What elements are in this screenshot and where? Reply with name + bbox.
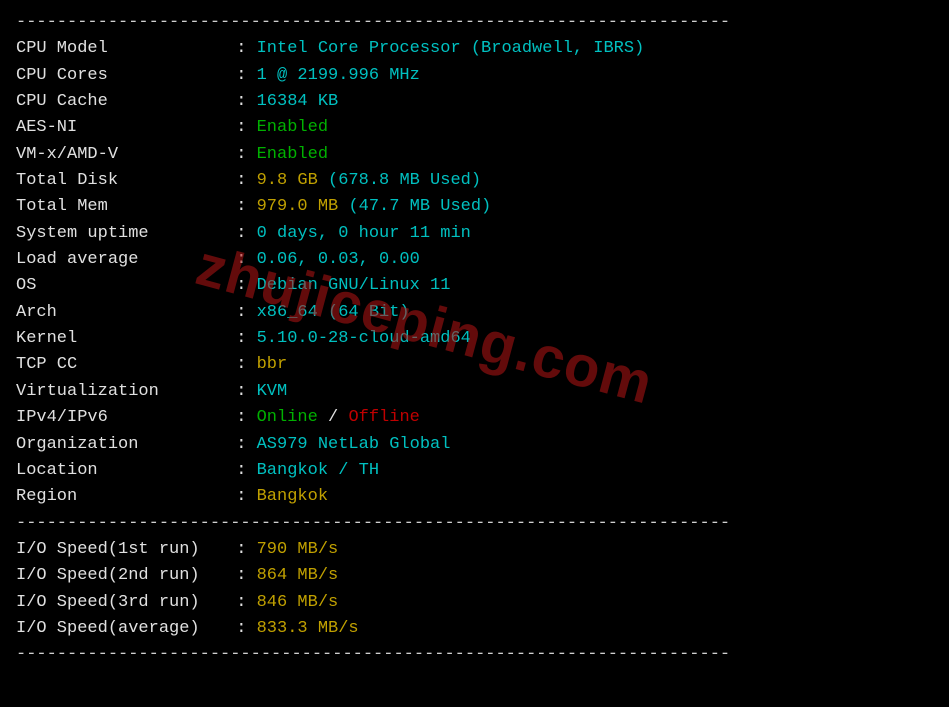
label-total-disk: Total Disk	[16, 168, 226, 194]
row-io-3: I/O Speed(3rd run) : 846 MB/s	[16, 590, 933, 616]
label-arch: Arch	[16, 300, 226, 326]
label-ipv: IPv4/IPv6	[16, 405, 226, 431]
row-load: Load average : 0.06, 0.03, 0.00	[16, 247, 933, 273]
label-cpu-cores: CPU Cores	[16, 63, 226, 89]
row-cpu-model: CPU Model : Intel Core Processor (Broadw…	[16, 36, 933, 62]
label-io-1: I/O Speed(1st run)	[16, 537, 226, 563]
value-load: 0.06, 0.03, 0.00	[257, 250, 420, 269]
row-total-mem: Total Mem : 979.0 MB (47.7 MB Used)	[16, 194, 933, 220]
value-io-2: 864 MB/s	[257, 566, 339, 585]
value-aes-ni: Enabled	[257, 118, 328, 137]
label-uptime: System uptime	[16, 221, 226, 247]
value-total-disk-used: (678.8 MB Used)	[328, 171, 481, 190]
value-total-disk: 9.8 GB	[257, 171, 318, 190]
label-virt: Virtualization	[16, 379, 226, 405]
row-cpu-cores: CPU Cores : 1 @ 2199.996 MHz	[16, 63, 933, 89]
value-ipv4: Online	[257, 408, 318, 427]
label-tcp-cc: TCP CC	[16, 352, 226, 378]
value-io-1: 790 MB/s	[257, 540, 339, 559]
row-ipv: IPv4/IPv6 : Online / Offline	[16, 405, 933, 431]
label-load: Load average	[16, 247, 226, 273]
row-vmx: VM-x/AMD-V : Enabled	[16, 142, 933, 168]
divider-top: ----------------------------------------…	[16, 10, 933, 36]
row-aes-ni: AES-NI : Enabled	[16, 115, 933, 141]
row-region: Region : Bangkok	[16, 484, 933, 510]
value-total-mem: 979.0 MB	[257, 197, 339, 216]
label-kernel: Kernel	[16, 326, 226, 352]
label-location: Location	[16, 458, 226, 484]
value-kernel: 5.10.0-28-cloud-amd64	[257, 329, 471, 348]
row-arch: Arch : x86_64 (64 Bit)	[16, 300, 933, 326]
value-location: Bangkok / TH	[257, 461, 379, 480]
value-ipv6: Offline	[348, 408, 419, 427]
value-uptime: 0 days, 0 hour 11 min	[257, 224, 471, 243]
label-cpu-cache: CPU Cache	[16, 89, 226, 115]
value-cpu-cores: 1 @ 2199.996 MHz	[257, 66, 420, 85]
value-vmx: Enabled	[257, 145, 328, 164]
label-aes-ni: AES-NI	[16, 115, 226, 141]
value-cpu-model: Intel Core Processor (Broadwell, IBRS)	[257, 39, 645, 58]
label-total-mem: Total Mem	[16, 194, 226, 220]
value-io-avg: 833.3 MB/s	[257, 619, 359, 638]
row-virt: Virtualization : KVM	[16, 379, 933, 405]
value-os: Debian GNU/Linux 11	[257, 276, 451, 295]
row-os: OS : Debian GNU/Linux 11	[16, 273, 933, 299]
label-io-3: I/O Speed(3rd run)	[16, 590, 226, 616]
label-io-2: I/O Speed(2nd run)	[16, 563, 226, 589]
label-cpu-model: CPU Model	[16, 36, 226, 62]
value-cpu-cache: 16384 KB	[257, 92, 339, 111]
row-uptime: System uptime : 0 days, 0 hour 11 min	[16, 221, 933, 247]
row-org: Organization : AS979 NetLab Global	[16, 432, 933, 458]
divider-bottom: ----------------------------------------…	[16, 642, 933, 668]
row-location: Location : Bangkok / TH	[16, 458, 933, 484]
row-cpu-cache: CPU Cache : 16384 KB	[16, 89, 933, 115]
row-io-1: I/O Speed(1st run) : 790 MB/s	[16, 537, 933, 563]
value-region: Bangkok	[257, 487, 328, 506]
row-io-2: I/O Speed(2nd run) : 864 MB/s	[16, 563, 933, 589]
row-tcp-cc: TCP CC : bbr	[16, 352, 933, 378]
label-org: Organization	[16, 432, 226, 458]
value-arch: x86_64 (64 Bit)	[257, 303, 410, 322]
value-tcp-cc: bbr	[257, 355, 288, 374]
value-total-mem-used: (47.7 MB Used)	[348, 197, 491, 216]
ipv-sep: /	[318, 408, 349, 427]
label-os: OS	[16, 273, 226, 299]
label-io-avg: I/O Speed(average)	[16, 616, 226, 642]
label-region: Region	[16, 484, 226, 510]
value-org: AS979 NetLab Global	[257, 435, 451, 454]
value-virt: KVM	[257, 382, 288, 401]
label-vmx: VM-x/AMD-V	[16, 142, 226, 168]
row-kernel: Kernel : 5.10.0-28-cloud-amd64	[16, 326, 933, 352]
row-total-disk: Total Disk : 9.8 GB (678.8 MB Used)	[16, 168, 933, 194]
row-io-avg: I/O Speed(average) : 833.3 MB/s	[16, 616, 933, 642]
divider-mid: ----------------------------------------…	[16, 511, 933, 537]
value-io-3: 846 MB/s	[257, 593, 339, 612]
